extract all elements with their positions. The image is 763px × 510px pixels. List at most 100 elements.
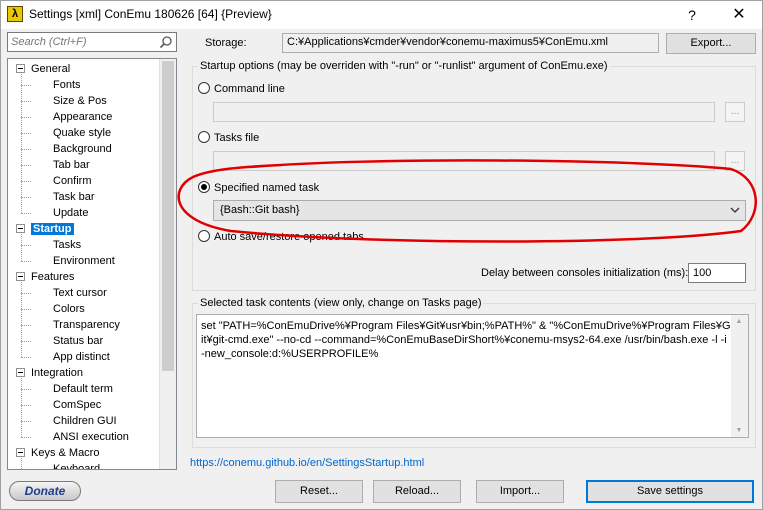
tree-item[interactable]: Default term	[53, 381, 113, 397]
tree-item[interactable]: Children GUI	[53, 413, 117, 429]
tree-group-item[interactable]: Keys & Macro	[16, 445, 99, 461]
tree-item[interactable]: Environment	[53, 253, 115, 269]
tree-item[interactable]: Background	[53, 141, 112, 157]
tree-item[interactable]: Quake style	[53, 125, 111, 141]
tree-item-label: Quake style	[53, 127, 112, 139]
tree-item[interactable]: Keyboard	[53, 461, 100, 469]
help-link[interactable]: https://conemu.github.io/en/SettingsStar…	[190, 457, 424, 469]
tree-item[interactable]: Task bar	[53, 189, 95, 205]
tree-scrollbar-thumb[interactable]	[162, 61, 174, 371]
title-bar: λ Settings [xml] ConEmu 180626 [64] {Pre…	[1, 1, 762, 29]
collapse-icon[interactable]	[16, 272, 25, 281]
tasks-file-option[interactable]: Tasks file	[198, 131, 259, 147]
tree-item[interactable]: Update	[53, 205, 88, 221]
tree-item[interactable]: Appearance	[53, 109, 112, 125]
settings-tree: General Fonts Size & Pos Appearance Quake st…	[7, 58, 177, 470]
search-input[interactable]	[8, 33, 158, 51]
tree-item[interactable]: Fonts	[53, 77, 81, 93]
named-task-label: Specified named task	[214, 182, 320, 194]
tree-item-label: Transparency	[53, 319, 120, 331]
save-settings-button[interactable]: Save settings	[586, 480, 754, 503]
tree-item[interactable]: Tab bar	[53, 157, 90, 173]
reset-button[interactable]: Reset...	[275, 480, 363, 503]
tree-item[interactable]: Confirm	[53, 173, 92, 189]
command-line-radio[interactable]	[198, 82, 210, 95]
collapse-icon[interactable]	[16, 448, 25, 457]
tree-connector	[21, 437, 31, 438]
task-contents-textbox[interactable]: set "PATH=%ConEmuDrive%¥Program Files¥Gi…	[196, 314, 749, 438]
tree-item-label: Default term	[53, 383, 113, 395]
scroll-down-icon[interactable]: ▼	[734, 427, 744, 434]
donate-button[interactable]: Donate	[9, 481, 81, 501]
named-task-select[interactable]: {Bash::Git bash}	[213, 200, 746, 221]
chevron-down-icon	[730, 207, 740, 213]
export-button[interactable]: Export...	[666, 33, 756, 54]
command-line-label: Command line	[214, 83, 285, 95]
tree-connector	[21, 357, 31, 358]
tree-item-label: Task bar	[53, 191, 95, 203]
tree-group-item[interactable]: Features	[16, 269, 74, 285]
tree-item[interactable]: Colors	[53, 301, 85, 317]
command-line-field	[213, 102, 715, 122]
named-task-option[interactable]: Specified named task	[198, 181, 319, 197]
tree-item-label: Startup	[31, 223, 74, 235]
tree-item[interactable]: Tasks	[53, 237, 81, 253]
collapse-icon[interactable]	[16, 64, 25, 73]
tree-connector	[21, 458, 22, 469]
tree-item-label: Text cursor	[53, 287, 107, 299]
tree-item-label: Tab bar	[53, 159, 90, 171]
help-button[interactable]: ?	[669, 1, 715, 29]
tree-connector	[21, 469, 31, 470]
tree-connector	[21, 234, 22, 261]
named-task-radio[interactable]	[198, 181, 210, 194]
tree-item-label: Colors	[53, 303, 85, 315]
tree-item-label: Tasks	[53, 239, 82, 251]
tree-connector	[21, 389, 31, 390]
tree-group-item[interactable]: General	[16, 61, 70, 77]
reload-button[interactable]: Reload...	[373, 480, 461, 503]
tree-item-label: App distinct	[53, 351, 110, 363]
tasks-file-label: Tasks file	[214, 132, 260, 144]
tasks-file-radio[interactable]	[198, 131, 210, 144]
tree-item[interactable]: Text cursor	[53, 285, 107, 301]
tree-item-label: Background	[53, 143, 112, 155]
task-contents-scrollbar[interactable]: ▲ ▼	[731, 315, 748, 437]
tree-item-label: Size & Pos	[53, 95, 107, 107]
tree-group-item[interactable]: Startup	[16, 221, 74, 237]
tree-group-item[interactable]: Integration	[16, 365, 83, 381]
tree-item-label: ComSpec	[53, 399, 102, 411]
tree-item[interactable]: Status bar	[53, 333, 103, 349]
tree-items: General Fonts Size & Pos Appearance Quake st…	[8, 59, 160, 469]
tree-item[interactable]: Transparency	[53, 317, 120, 333]
tree-item[interactable]: ANSI execution	[53, 429, 129, 445]
window-title: Settings [xml] ConEmu 180626 [64] {Previ…	[29, 7, 272, 21]
storage-path-field[interactable]: C:¥Applications¥cmder¥vendor¥conemu-maxi…	[282, 33, 659, 53]
auto-save-option[interactable]: Auto save/restore opened tabs	[198, 230, 364, 246]
command-line-browse-button: ...	[725, 102, 745, 122]
tree-connector	[21, 197, 31, 198]
tree-connector	[21, 282, 22, 357]
search-icon[interactable]	[159, 35, 173, 49]
import-button[interactable]: Import...	[476, 480, 564, 503]
tree-item-label: Features	[31, 271, 75, 283]
auto-save-radio[interactable]	[198, 230, 210, 243]
tree-connector	[21, 325, 31, 326]
tree-item-label: Fonts	[53, 79, 81, 91]
tree-scrollbar[interactable]	[159, 59, 176, 469]
delay-input[interactable]	[688, 263, 746, 283]
command-line-option[interactable]: Command line	[198, 82, 285, 98]
collapse-icon[interactable]	[16, 368, 25, 377]
tree-item-label: Status bar	[53, 335, 104, 347]
tree-item[interactable]: App distinct	[53, 349, 110, 365]
collapse-icon[interactable]	[16, 224, 25, 233]
scroll-up-icon[interactable]: ▲	[734, 318, 744, 325]
tree-connector	[21, 101, 31, 102]
tree-connector	[21, 261, 31, 262]
tree-item[interactable]: Size & Pos	[53, 93, 107, 109]
auto-save-label: Auto save/restore opened tabs	[214, 231, 364, 243]
tree-connector	[21, 245, 31, 246]
tree-item[interactable]: ComSpec	[53, 397, 101, 413]
tree-item-label: Environment	[53, 255, 115, 267]
close-button[interactable]: ✕	[716, 1, 762, 29]
tree-item-label: Confirm	[53, 175, 92, 187]
